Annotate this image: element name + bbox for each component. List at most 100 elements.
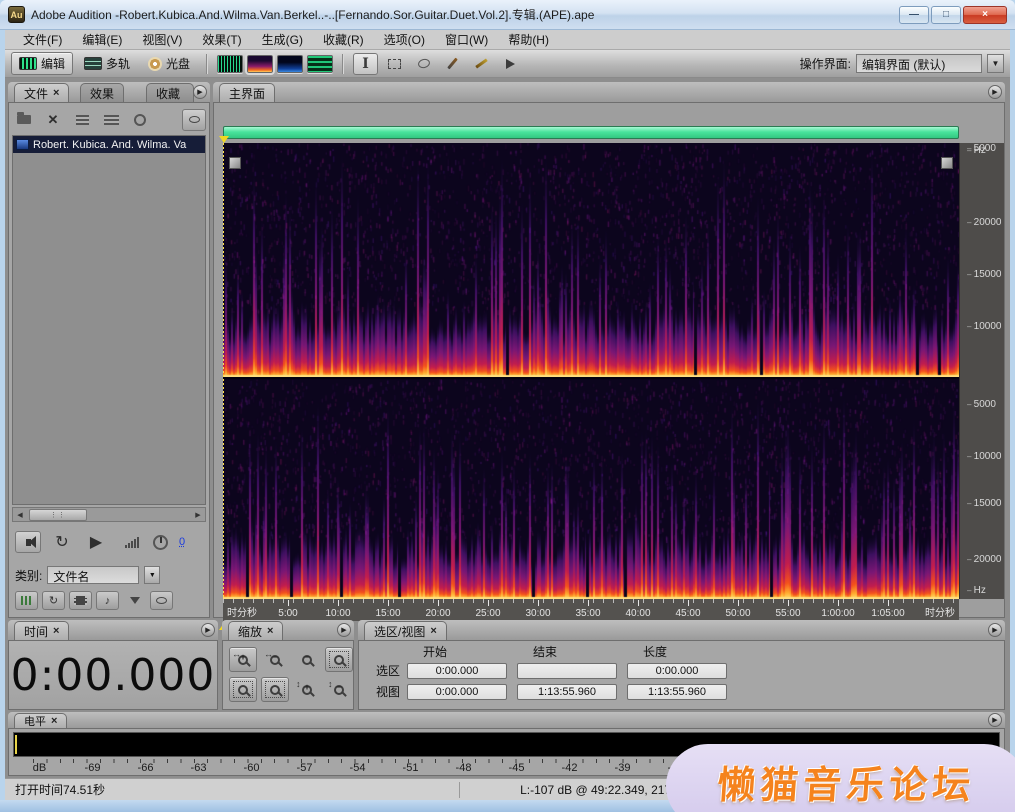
scroll-right-icon[interactable]: ▶ <box>191 508 205 521</box>
view-length-field[interactable]: 1:13:55.960 <box>627 683 727 700</box>
file-list-item-selected[interactable]: Robert. Kubica. And. Wilma. Va <box>13 136 205 153</box>
tab-selection-view[interactable]: 选区/视图 × <box>364 621 447 640</box>
tab-level[interactable]: 电平 × <box>14 713 68 728</box>
sort-dropdown-arrow[interactable]: ▼ <box>144 566 161 584</box>
edit-file-button[interactable] <box>128 109 152 131</box>
selection-length-field[interactable]: 0:00.000 <box>627 662 727 679</box>
menu-item[interactable]: 生成(G) <box>252 29 313 50</box>
volume-dial[interactable] <box>153 534 168 550</box>
channel-handle-left-icon[interactable] <box>229 157 241 169</box>
zoom-out-horizontal-button[interactable]: ↔ − <box>261 647 289 672</box>
workspace-select[interactable]: 编辑界面 (默认) <box>856 54 982 73</box>
tab-favorites[interactable]: 收藏 <box>146 83 194 102</box>
advanced-options-toggle[interactable] <box>182 108 206 131</box>
view-start-field[interactable]: 0:00.000 <box>407 683 507 700</box>
close-tab-icon[interactable]: × <box>53 87 59 99</box>
show-video-files-toggle[interactable] <box>69 591 92 610</box>
tab-time[interactable]: 时间 × <box>14 621 70 640</box>
spectral-display[interactable] <box>223 143 959 599</box>
close-tab-icon[interactable]: × <box>53 625 59 637</box>
insert-into-cd-button[interactable] <box>99 109 123 131</box>
close-file-button[interactable]: ✕ <box>41 109 65 131</box>
panel-menu-icon[interactable]: ▶ <box>337 623 351 637</box>
zoom-in-vertical-button[interactable]: ↕ + <box>293 677 321 702</box>
playhead-marker-top[interactable] <box>219 136 229 143</box>
file-list-hscrollbar[interactable]: ◀ ⋮⋮ ▶ <box>12 507 206 522</box>
overview-range-bar[interactable] <box>223 126 959 139</box>
time-tick-label: 1:05:00 <box>863 600 913 619</box>
spot-healing-brush-tool[interactable] <box>469 53 494 75</box>
spectrogram-left-channel[interactable] <box>223 143 959 377</box>
waveform-display-button[interactable] <box>217 54 244 73</box>
restore-button[interactable]: □ <box>931 5 961 24</box>
zoom-to-selection-button[interactable] <box>325 647 353 672</box>
show-markers-toggle[interactable] <box>150 591 173 610</box>
scroll-left-icon[interactable]: ◀ <box>13 508 27 521</box>
time-selection-tool[interactable]: I <box>353 52 379 75</box>
filter-toggle[interactable] <box>123 591 146 610</box>
close-tab-icon[interactable]: × <box>267 625 273 637</box>
timeline-ruler[interactable]: 时分秒 5:00 10:00 15:00 20:00 25:00 30:00 35:00 40… <box>223 599 959 621</box>
show-loop-files-toggle[interactable]: ↻ <box>42 591 65 610</box>
menu-item[interactable]: 收藏(R) <box>313 29 374 50</box>
zoom-in-horizontal-button[interactable]: ↔ + <box>229 647 257 672</box>
menu-item[interactable]: 窗口(W) <box>435 29 498 50</box>
close-button[interactable]: × <box>963 5 1007 24</box>
show-midi-files-toggle[interactable]: ♪ <box>96 591 119 610</box>
panel-menu-icon[interactable]: ▶ <box>988 623 1002 637</box>
loop-play-button[interactable]: ↻ <box>49 531 75 553</box>
tab-main-view[interactable]: 主界面 <box>219 83 276 102</box>
selection-end-field[interactable] <box>517 662 617 679</box>
column-end: 结束 <box>533 645 558 659</box>
view-end-field[interactable]: 1:13:55.960 <box>517 683 617 700</box>
panel-menu-icon[interactable]: ▶ <box>988 713 1002 727</box>
tab-files[interactable]: 文件 × <box>14 83 70 102</box>
marquee-selection-tool[interactable] <box>382 53 407 75</box>
scrub-tool[interactable] <box>498 53 523 75</box>
effects-paintbrush-tool[interactable] <box>440 53 465 75</box>
zoom-selection-right-button[interactable] <box>261 677 289 702</box>
channel-handle-right-icon[interactable] <box>941 157 953 169</box>
zoom-out-vertical-button[interactable]: ↕ − <box>325 677 353 702</box>
panel-menu-icon[interactable]: ▶ <box>201 623 215 637</box>
multitrack-view-button[interactable]: 多轨 <box>77 53 137 74</box>
auto-play-button[interactable] <box>15 531 41 553</box>
cd-view-button[interactable]: 光盘 <box>141 53 197 74</box>
selection-start-field[interactable]: 0:00.000 <box>407 662 507 679</box>
workspace-dropdown-arrow[interactable]: ▼ <box>987 54 1004 73</box>
menu-item[interactable]: 效果(T) <box>192 29 251 50</box>
close-tab-icon[interactable]: × <box>51 715 57 727</box>
title-bar[interactable]: Au Adobe Audition -Robert.Kubica.And.Wil… <box>0 0 1015 30</box>
show-audio-files-toggle[interactable] <box>15 591 38 610</box>
sort-select[interactable]: 文件名 <box>47 566 140 584</box>
tab-effects[interactable]: 效果 <box>80 83 125 102</box>
menu-item[interactable]: 文件(F) <box>13 29 72 50</box>
panel-menu-icon[interactable]: ▶ <box>193 85 207 99</box>
scrollbar-thumb[interactable]: ⋮⋮ <box>29 508 87 521</box>
volume-value[interactable]: 0 <box>179 536 185 548</box>
insert-into-multitrack-button[interactable] <box>70 109 94 131</box>
frequency-scale[interactable]: Hz 20000 15000 10000 5000 5000 10000 15000 200… <box>959 143 1004 599</box>
tab-zoom[interactable]: 缩放 × <box>228 621 284 640</box>
panel-menu-icon[interactable]: ▶ <box>988 85 1002 99</box>
file-list[interactable]: Robert. Kubica. And. Wilma. Va <box>12 135 206 505</box>
zoom-selection-left-button[interactable] <box>229 677 257 702</box>
menu-item[interactable]: 选项(O) <box>374 29 435 50</box>
tab-time-label: 时间 <box>24 624 49 639</box>
playhead-line[interactable] <box>223 143 224 599</box>
spectral-phase-display-button[interactable] <box>307 54 334 73</box>
spectral-pan-display-button[interactable] <box>277 54 304 73</box>
spectrogram-right-channel[interactable] <box>223 379 959 599</box>
menu-item[interactable]: 帮助(H) <box>498 29 559 50</box>
play-file-button[interactable]: ▶ <box>83 531 109 553</box>
menu-item[interactable]: 编辑(E) <box>72 29 132 50</box>
minimize-button[interactable]: — <box>899 5 929 24</box>
spectral-frequency-display-button[interactable] <box>245 52 276 75</box>
lasso-selection-tool[interactable] <box>411 53 436 75</box>
preview-volume-icon[interactable] <box>125 536 139 548</box>
zoom-out-full-button[interactable]: − <box>293 647 321 672</box>
menu-item[interactable]: 视图(V) <box>132 29 192 50</box>
close-tab-icon[interactable]: × <box>430 625 436 637</box>
edit-view-button[interactable]: 编辑 <box>11 52 74 75</box>
import-file-button[interactable] <box>12 109 36 131</box>
